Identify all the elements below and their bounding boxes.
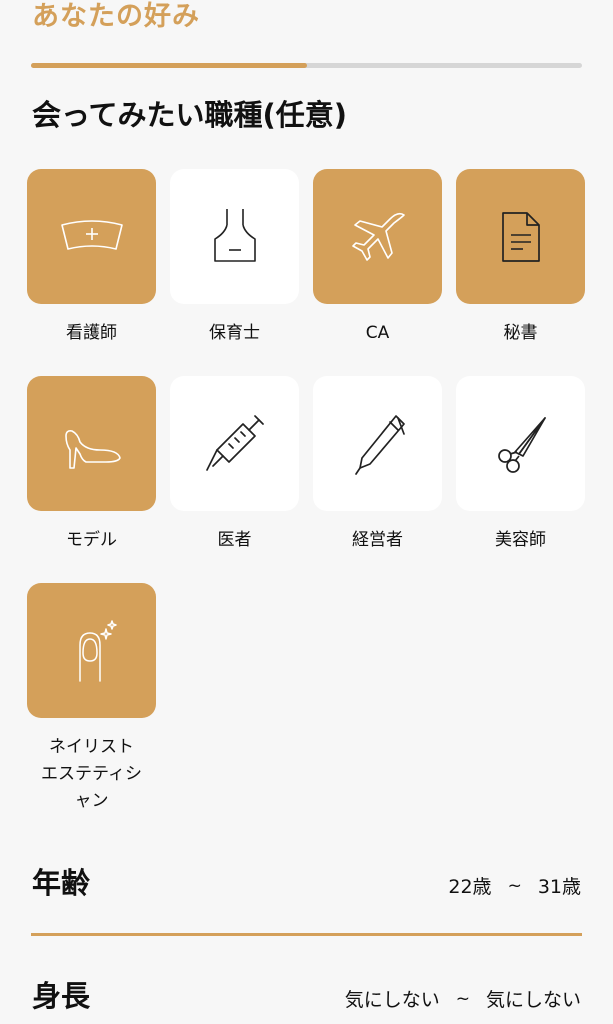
progress-bar — [31, 63, 582, 68]
apron-icon — [213, 208, 256, 262]
job-option-hairdresser[interactable]: 美容師 — [456, 376, 585, 583]
job-tile[interactable] — [27, 583, 156, 718]
job-tile[interactable] — [170, 169, 299, 304]
height-separator: ~ — [455, 988, 470, 1009]
job-option-nurse[interactable]: 看護師 — [27, 169, 156, 376]
scissors-icon — [497, 416, 546, 473]
progress-fill — [31, 63, 307, 68]
nail-icon — [78, 619, 117, 682]
job-label: 美容師 — [495, 530, 546, 550]
job-option-secretary[interactable]: 秘書 — [456, 169, 585, 376]
job-label: 看護師 — [66, 323, 117, 343]
height-from: 気にしない — [344, 989, 440, 1011]
age-to: 31歳 — [537, 876, 581, 898]
age-range[interactable]: 22歳 ~ 31歳 — [448, 872, 581, 899]
job-grid: 看護師 保育士 CA 秘書 モデル 医者 経営者 美容師 ネイリスト エステティ… — [27, 169, 586, 854]
job-tile[interactable] — [27, 376, 156, 511]
job-tile[interactable] — [313, 169, 442, 304]
job-option-ca[interactable]: CA — [313, 169, 442, 376]
job-label: CA — [365, 323, 390, 343]
job-label: ネイリスト エステティシ ャン — [41, 737, 142, 811]
document-icon — [501, 211, 540, 262]
job-label: 医者 — [217, 530, 252, 550]
job-tile[interactable] — [27, 169, 156, 304]
job-option-nailist-esthetician[interactable]: ネイリスト エステティシ ャン — [27, 583, 156, 854]
nurse-cap-icon — [60, 219, 123, 250]
age-divider — [31, 933, 582, 936]
height-title: 身長 — [32, 979, 91, 1013]
job-heading: 会ってみたい職種(任意) — [32, 98, 348, 132]
preferences-page: あなたの好み 会ってみたい職種(任意) 看護師 保育士 CA 秘書 モデル 医者… — [0, 0, 613, 1024]
pen-icon — [354, 414, 405, 475]
age-separator: ~ — [507, 875, 522, 896]
high-heel-icon — [64, 429, 121, 469]
job-option-executive[interactable]: 経営者 — [313, 376, 442, 583]
height-to: 気にしない — [485, 989, 581, 1011]
job-option-model[interactable]: モデル — [27, 376, 156, 583]
job-label: 経営者 — [352, 530, 403, 550]
job-label: 保育士 — [209, 323, 260, 343]
age-from: 22歳 — [448, 876, 492, 898]
job-tile[interactable] — [456, 169, 585, 304]
job-label: 秘書 — [503, 323, 538, 343]
job-tile[interactable] — [313, 376, 442, 511]
job-label: モデル — [66, 530, 117, 550]
job-tile[interactable] — [170, 376, 299, 511]
job-option-doctor[interactable]: 医者 — [170, 376, 299, 583]
section-title: あなたの好み — [32, 1, 200, 32]
job-option-nursery-teacher[interactable]: 保育士 — [170, 169, 299, 376]
job-tile[interactable] — [456, 376, 585, 511]
age-title: 年齢 — [32, 866, 91, 900]
syringe-icon — [205, 414, 264, 471]
airplane-icon — [351, 212, 405, 261]
height-range[interactable]: 気にしない ~ 気にしない — [345, 985, 581, 1012]
